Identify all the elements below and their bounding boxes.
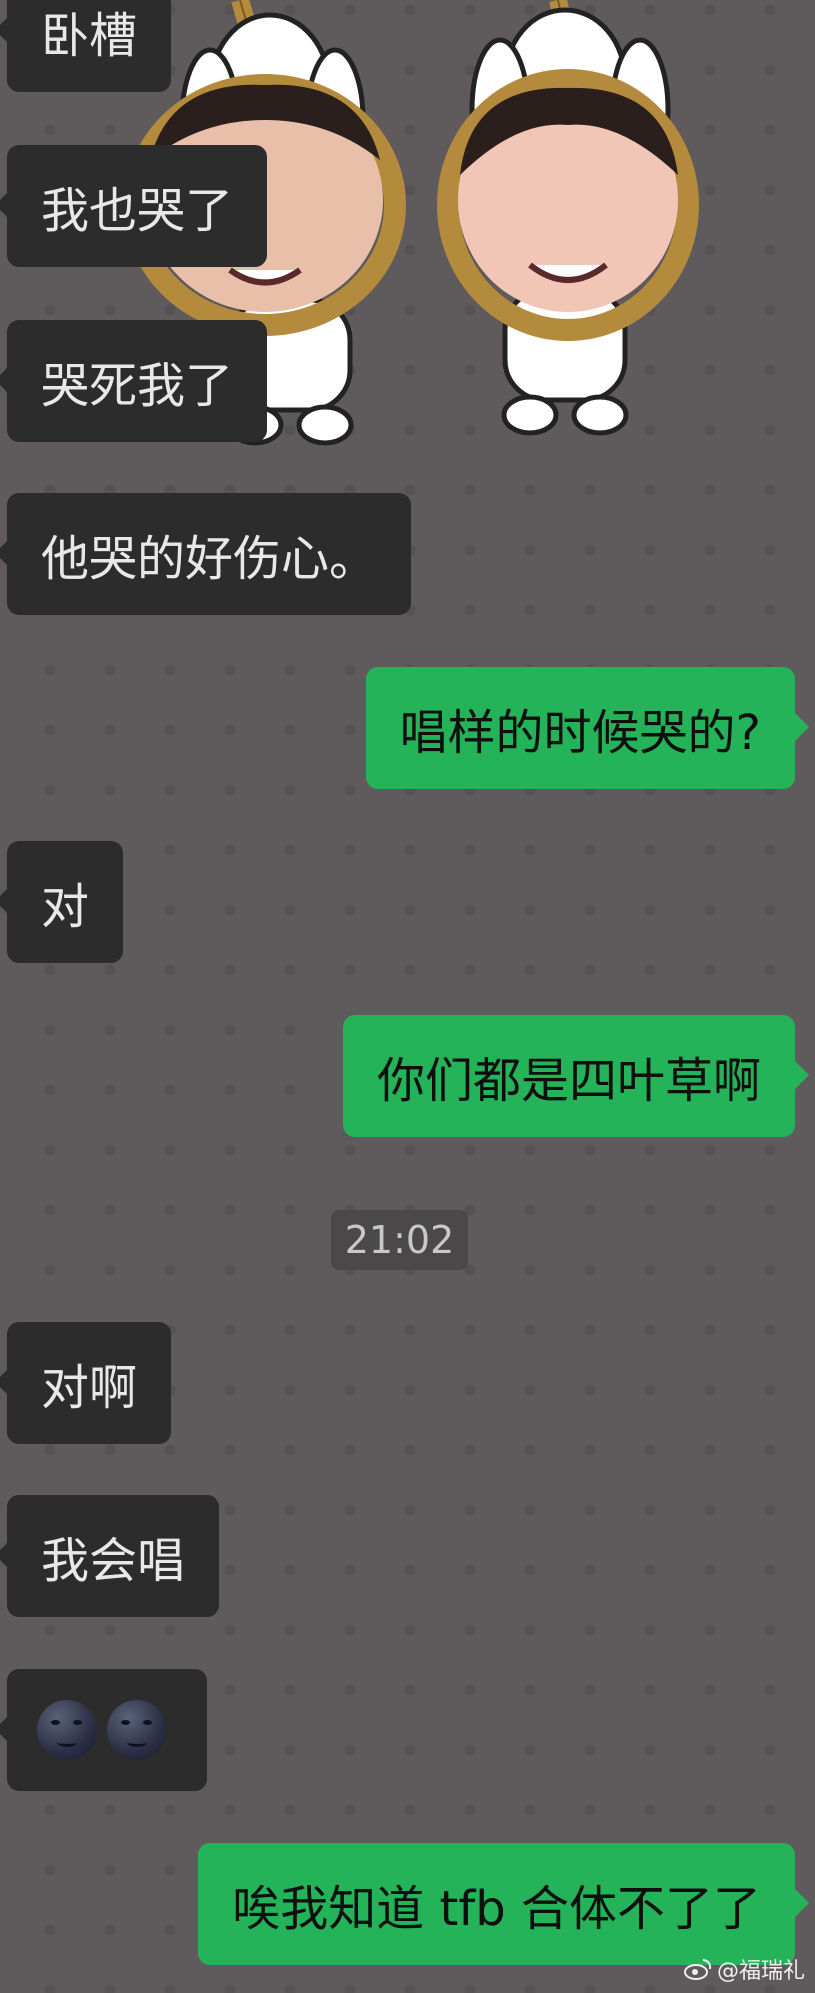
message-text: 我也哭了 [41,183,234,239]
message-text: 唱样的时候哭的? [399,705,761,761]
chat-area: 卧槽 我也哭了 哭死我了 他哭的好伤心。 唱样的时候哭的? 对 你们都是四叶草啊… [0,0,815,1993]
message-incoming[interactable]: 对 [0,841,124,963]
message-incoming[interactable]: 他哭的好伤心。 [0,493,412,615]
watermark: @福瑞礼 [683,1953,805,1985]
message-outgoing[interactable]: 唱样的时候哭的? [365,667,810,789]
message-text: 唉我知道 tfb 合体不了了 [232,1881,761,1937]
message-outgoing[interactable]: 你们都是四叶草啊 [342,1015,810,1137]
message-incoming[interactable]: 我也哭了 [0,145,268,267]
weibo-icon [683,1959,712,1980]
chat-timestamp: 21:02 [331,1210,468,1270]
message-text: 卧槽 [41,8,138,64]
message-text: 对啊 [41,1360,138,1416]
message-text: 我会唱 [41,1533,186,1589]
bunny-right [437,7,699,436]
new-moon-face-icon [107,1700,167,1760]
message-incoming-emoji[interactable] [0,1669,207,1791]
message-incoming[interactable]: 我会唱 [0,1495,220,1617]
watermark-text: @福瑞礼 [716,1959,805,1984]
message-text: 哭死我了 [41,358,234,414]
message-incoming[interactable]: 卧槽 [0,0,172,92]
message-incoming[interactable]: 对啊 [0,1322,172,1444]
message-text: 对 [41,879,90,935]
new-moon-face-icon [37,1700,97,1760]
message-incoming[interactable]: 哭死我了 [0,320,268,442]
message-text: 你们都是四叶草啊 [376,1053,761,1109]
message-text: 他哭的好伤心。 [41,531,378,587]
message-outgoing[interactable]: 唉我知道 tfb 合体不了了 [198,1843,809,1965]
